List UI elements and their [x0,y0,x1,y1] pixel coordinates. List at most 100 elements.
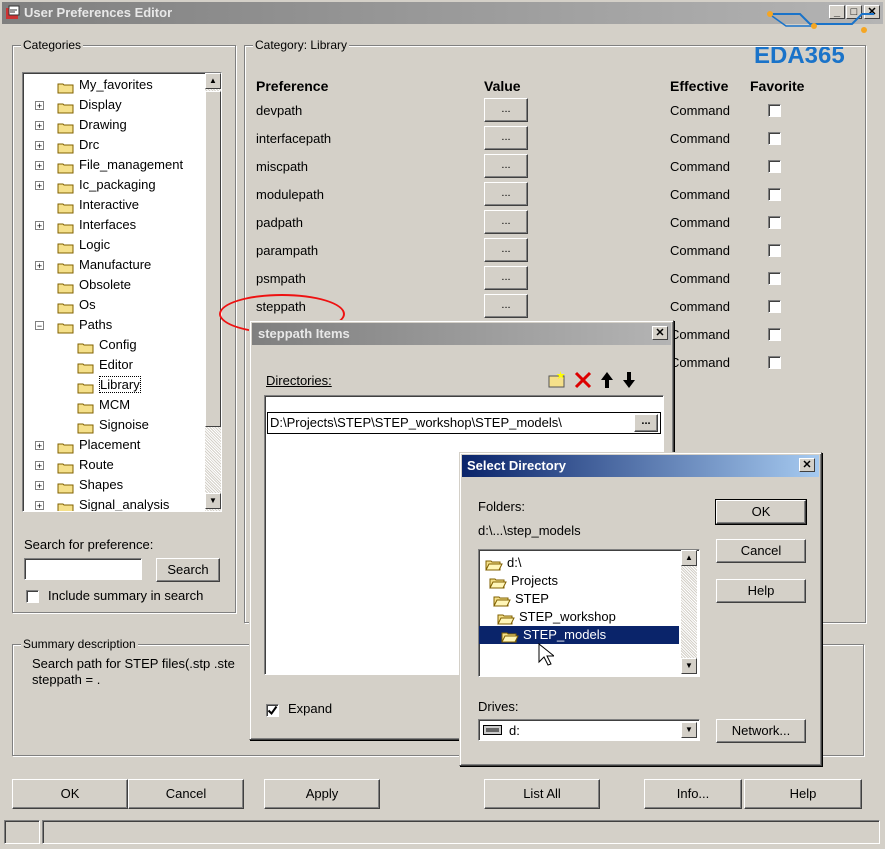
tree-item[interactable]: − Paths [35,315,112,335]
tree-item[interactable]: Logic [57,235,110,255]
favorite-checkbox[interactable] [768,328,781,341]
help-button[interactable]: Help [744,779,862,809]
ok-button[interactable]: OK [12,779,128,809]
select-cancel-button[interactable]: Cancel [716,539,806,563]
expand-icon[interactable]: + [35,441,44,451]
tree-item[interactable]: Os [57,295,96,315]
folder-scroll-down[interactable]: ▼ [681,658,697,674]
directory-entry-field[interactable]: D:\Projects\STEP\STEP_workshop\STEP_mode… [267,412,661,434]
expand-checkbox[interactable] [266,704,279,717]
favorite-checkbox[interactable] [768,104,781,117]
move-down-icon[interactable] [618,369,640,391]
expand-icon[interactable]: + [35,181,44,191]
folder-item[interactable]: d:\ [485,554,521,572]
folder-item[interactable]: Projects [489,572,558,590]
steppath-titlebar[interactable]: steppath Items ✕ [252,323,671,345]
favorite-checkbox[interactable] [768,216,781,229]
tree-item[interactable]: Signoise [77,415,149,435]
expand-icon[interactable]: + [35,481,44,491]
expand-icon[interactable]: + [35,101,44,111]
folder-icon [57,200,75,214]
search-button[interactable]: Search [156,558,220,582]
cancel-button[interactable]: Cancel [128,779,244,809]
tree-item[interactable]: My_favorites [57,75,153,95]
collapse-icon[interactable]: − [35,321,44,331]
folder-tree[interactable]: d:\ Projects STEP STEP_workshop STEP_models … [478,549,700,677]
scroll-up-arrow[interactable]: ▲ [205,73,221,89]
value-browse-button[interactable]: ... [484,238,528,262]
tree-item[interactable]: + Shapes [35,475,123,495]
tree-item[interactable]: + Manufacture [35,255,152,275]
value-browse-button[interactable]: ... [484,98,528,122]
tree-item-label: Library [99,376,141,393]
main-titlebar[interactable]: User Preferences Editor _ □ ✕ [2,2,883,24]
value-browse-button[interactable]: ... [484,154,528,178]
drive-select[interactable]: d: ▼ [478,719,700,741]
folder-scroll-up[interactable]: ▲ [681,550,697,566]
scroll-down-arrow[interactable]: ▼ [205,493,221,509]
tree-item[interactable]: Library [77,375,141,395]
drive-dropdown-arrow[interactable]: ▼ [681,722,697,738]
tree-item[interactable]: Obsolete [57,275,131,295]
tree-item[interactable]: Editor [77,355,133,375]
tree-item[interactable]: + Interfaces [35,215,136,235]
expand-icon[interactable]: + [35,161,44,171]
category-tree[interactable]: My_favorites + Display + Drawing + Drc + File_ma… [22,72,222,512]
scroll-thumb[interactable] [205,91,221,427]
select-ok-button[interactable]: OK [715,499,807,525]
info-button[interactable]: Info... [644,779,742,809]
folder-item[interactable]: STEP [493,590,549,608]
value-browse-button[interactable]: ... [484,210,528,234]
expand-icon[interactable]: + [35,261,44,271]
value-browse-button[interactable]: ... [484,294,528,318]
browse-button[interactable]: ... [634,414,658,432]
tree-item-label: Manufacture [79,257,152,272]
favorite-checkbox[interactable] [768,356,781,369]
value-browse-button[interactable]: ... [484,182,528,206]
tree-item[interactable]: + Placement [35,435,140,455]
tree-item[interactable]: + Signal_analysis [35,495,169,511]
expand-icon[interactable]: + [35,141,44,151]
expand-icon[interactable]: + [35,221,44,231]
list-all-button[interactable]: List All [484,779,600,809]
include-summary-checkbox[interactable] [26,590,39,603]
tree-item[interactable]: + Display [35,95,122,115]
expand-icon[interactable]: + [35,121,44,131]
preference-name: psmpath [256,271,306,286]
tree-item[interactable]: + File_management [35,155,183,175]
folder-item[interactable]: STEP_models [479,626,679,644]
preference-row: miscpath... Command [256,154,816,180]
folder-scrollbar[interactable]: ▲ ▼ [681,550,697,674]
apply-button[interactable]: Apply [264,779,380,809]
tree-item[interactable]: Config [77,335,137,355]
folder-item[interactable]: STEP_workshop [497,608,616,626]
favorite-checkbox[interactable] [768,244,781,257]
value-browse-button[interactable]: ... [484,126,528,150]
favorite-checkbox[interactable] [768,160,781,173]
tree-item[interactable]: + Drawing [35,115,127,135]
favorite-checkbox[interactable] [768,132,781,145]
tree-item[interactable]: + Ic_packaging [35,175,156,195]
tree-item[interactable]: + Drc [35,135,99,155]
favorite-checkbox[interactable] [768,188,781,201]
tree-item[interactable]: MCM [77,395,130,415]
select-help-button[interactable]: Help [716,579,806,603]
select-dir-close-button[interactable]: ✕ [799,458,815,472]
tree-item[interactable]: + Route [35,455,114,475]
new-folder-icon[interactable] [546,369,568,391]
favorite-checkbox[interactable] [768,272,781,285]
move-up-icon[interactable] [596,369,618,391]
tree-scrollbar[interactable]: ▲ ▼ [205,73,221,511]
value-browse-button[interactable]: ... [484,266,528,290]
category-name: Library [310,38,348,52]
expand-icon[interactable]: + [35,501,44,511]
delete-icon[interactable] [572,369,594,391]
steppath-close-button[interactable]: ✕ [652,326,668,340]
tree-item[interactable]: Interactive [57,195,139,215]
select-dir-titlebar[interactable]: Select Directory ✕ [462,455,819,477]
favorite-checkbox[interactable] [768,300,781,313]
summary-line-2: steppath = . [32,672,101,687]
network-button[interactable]: Network... [716,719,806,743]
expand-icon[interactable]: + [35,461,44,471]
search-input[interactable] [24,558,142,580]
